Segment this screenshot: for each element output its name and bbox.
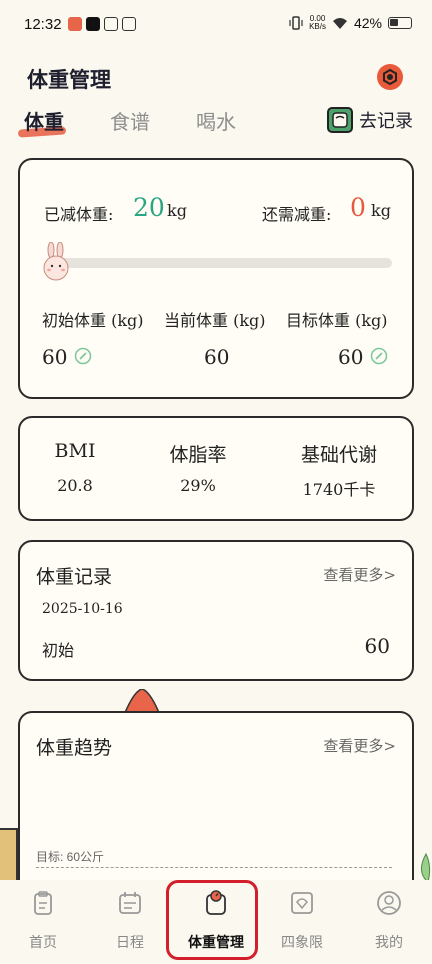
trend-title: 体重趋势: [36, 737, 113, 759]
status-time: 12:32: [24, 16, 62, 33]
status-right: 0.00 KB/s 42%: [289, 15, 412, 31]
calendar-icon: [119, 892, 141, 914]
target-weight-value: 60: [338, 345, 364, 369]
records-more-link[interactable]: 查看更多>: [323, 564, 396, 585]
go-record-label: 去记录: [359, 111, 413, 132]
nav-item-me[interactable]: 我的: [349, 890, 429, 952]
battery-icon: [388, 17, 412, 29]
app-notification-icon: [68, 17, 82, 31]
lost-weight-label: 已减体重:: [44, 205, 114, 224]
body-fat-label: 体脂率: [169, 444, 227, 466]
edit-target-icon[interactable]: [370, 347, 388, 365]
bmi-value: 20.8: [57, 476, 93, 495]
initial-weight-value: 60: [42, 345, 68, 369]
nav-label-quadrant: 四象限: [281, 935, 323, 951]
notification-icons: [68, 17, 136, 31]
weight-trend-card: 体重趋势 查看更多> 目标: 60公斤: [18, 711, 414, 901]
net-speed: 0.00 KB/s: [309, 14, 326, 31]
initial-weight-label: 初始体重 (kg): [42, 311, 144, 330]
target-weight-label: 目标体重 (kg): [286, 311, 388, 330]
weight-summary-card: 已减体重: 20 kg 还需减重: 0 kg 初始体重 (kg) 当前体重 (k…: [18, 158, 414, 399]
nav-label-weight: 体重管理: [188, 935, 244, 951]
trend-more-link[interactable]: 查看更多>: [323, 735, 396, 756]
nav-item-weight[interactable]: 体重管理: [176, 890, 256, 952]
lost-weight-value: 20: [133, 193, 165, 222]
lost-weight-unit: kg: [167, 201, 187, 220]
gear-icon: [378, 65, 402, 89]
records-title: 体重记录: [36, 566, 113, 588]
battery-percent: 42%: [353, 15, 382, 31]
trend-target-label: 目标: 60公斤: [36, 850, 105, 864]
trend-target-line: [36, 867, 392, 868]
nav-item-quadrant[interactable]: 四象限: [262, 890, 342, 952]
box-decoration: [0, 828, 18, 882]
nav-label-home: 首页: [29, 935, 57, 951]
bmr-value: 1740千卡: [302, 480, 376, 499]
quadrant-icon: [291, 892, 313, 914]
leaf-decoration-icon: [421, 852, 431, 882]
bunny-mascot-icon: [43, 242, 69, 281]
record-name: 初始: [42, 641, 75, 660]
current-weight-label: 当前体重 (kg): [164, 311, 266, 330]
body-fat-value: 29%: [180, 476, 216, 495]
remaining-weight-label: 还需减重:: [262, 205, 332, 224]
page-title: 体重管理: [27, 67, 111, 92]
weight-progress-bar: [48, 258, 392, 268]
bmr-label: 基础代谢: [300, 444, 377, 466]
vibrate-icon: [289, 16, 303, 30]
scale-icon: [327, 107, 353, 133]
nav-item-home[interactable]: 首页: [3, 890, 83, 952]
remaining-weight-value: 0: [350, 193, 366, 222]
scale-icon: [206, 890, 226, 915]
clipboard-icon: [34, 891, 52, 915]
user-icon: [377, 891, 401, 915]
remaining-weight-unit: kg: [371, 201, 391, 220]
settings-button[interactable]: [377, 64, 403, 90]
tab-water[interactable]: 喝水: [196, 106, 236, 135]
calendar-icon: [122, 17, 136, 31]
tab-recipes[interactable]: 食谱: [110, 106, 150, 135]
tab-weight[interactable]: 体重: [17, 106, 67, 138]
status-bar: 12:32 0.00 KB/s 42%: [0, 0, 432, 52]
nav-item-schedule[interactable]: 日程: [90, 890, 170, 952]
body-metrics-card: BMI 20.8 体脂率 29% 基础代谢 1740千卡: [18, 416, 414, 521]
nav-label-me: 我的: [375, 935, 403, 951]
bottom-nav: 首页 日程 体重管理 四象限 我的: [0, 880, 432, 964]
record-date: 2025-10-16: [42, 601, 123, 617]
record-value: 60: [364, 634, 390, 658]
current-weight-value: 60: [204, 345, 230, 369]
nav-label-schedule: 日程: [116, 935, 144, 951]
edit-initial-icon[interactable]: [74, 347, 92, 365]
weight-records-card: 体重记录 查看更多> 2025-10-16 初始 60: [18, 540, 414, 681]
bmi-label: BMI: [54, 440, 96, 462]
wifi-icon: [332, 17, 347, 29]
sync-icon: [104, 17, 118, 31]
tiktok-icon: [86, 17, 100, 31]
go-record-button[interactable]: 去记录: [327, 107, 413, 133]
